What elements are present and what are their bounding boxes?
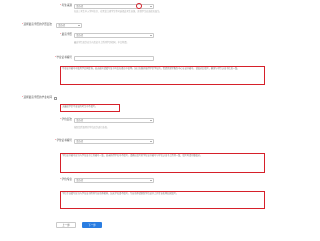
label-field6: *学位层次 [60,118,72,121]
label-field1: *考生来源 [60,4,72,7]
chevron-down-icon [78,25,80,27]
chevron-down-icon [150,120,152,122]
hint-field1: 在高三考生中入学时在京、在黑龙江省学生等可选择此考生来源，其他学生应选择应届生。 [74,11,162,13]
label-field7: *学位证书编号 [54,139,72,142]
registration-form: *考生来源 请选择 在高三考生中入学时在京、在黑龙江省学生等可选择此考生来源，其… [0,0,270,241]
input-field4[interactable] [74,55,154,61]
highlight-circle [136,3,142,9]
checkbox-field5[interactable] [54,96,57,100]
chevron-down-icon [150,180,152,182]
hint-field6: 按照您所取得的学位层次进行选择。 [74,127,109,129]
select-field8[interactable]: 请选择 [74,177,154,183]
label-field3: *最高学历 [60,33,72,36]
select-field1[interactable]: 请选择 [74,3,154,9]
prev-button[interactable]: 上一步 [56,222,76,228]
label-field5: *选择最高学历的毕业时间 [21,96,52,99]
chevron-down-icon [150,35,152,37]
select-field6[interactable]: 请选择 [74,117,154,123]
chevron-down-icon [150,6,152,8]
label-field8: *学位专业 [60,178,72,181]
next-button[interactable]: 下一步 [82,222,102,228]
select-field3[interactable]: 请选择 [74,32,154,38]
note-field4: 毕业证书编号可使用学信网查询，如无编号请填写证书号后在备注中说明。如已在国外取得… [60,66,265,85]
select-field2[interactable]: 请选择 [56,22,82,28]
note-field7: 学位证书编号应当与学位证书上的编号一致，如未获得学位可不填写。请确认填写的学位证… [60,153,265,173]
hint-field3: 最高学历层次应当与您证书上所列学历相同，中文称谓。 [74,42,129,44]
note-field5: 无最高学历毕业证的考生可不填写。 [60,104,120,112]
chevron-down-icon [150,141,152,143]
label-field4: *毕业证书编号 [54,56,72,59]
label-field2: *选择最高学历的学历层次 [21,23,52,26]
select-field7[interactable]: 请选择 [74,138,154,144]
note-field8: 学位专业填写应当与学位证书所列专业名称相同，如无学位请不填写。专业名称请参照学位… [60,191,265,209]
